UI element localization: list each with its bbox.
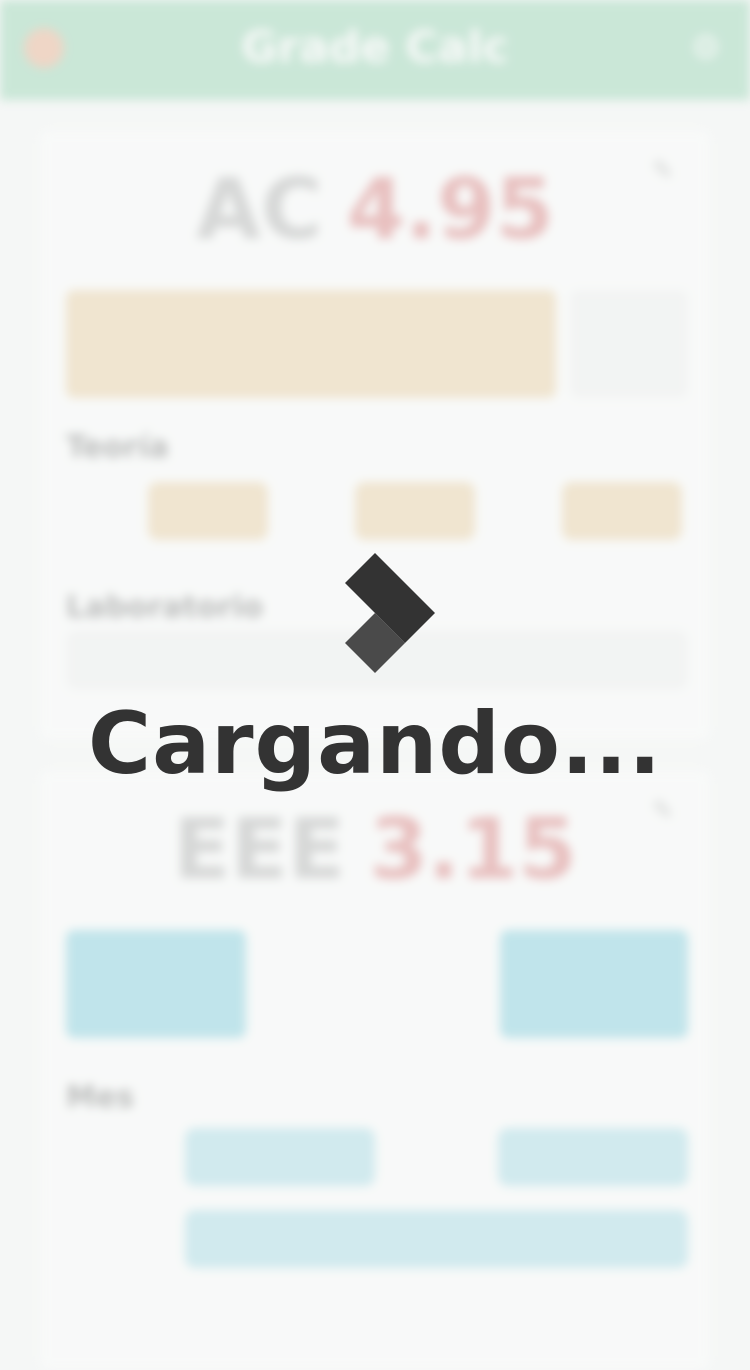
app-logo-icon (345, 553, 435, 673)
loading-text: Cargando... (87, 694, 663, 794)
loading-overlay: Cargando... (0, 0, 750, 1334)
